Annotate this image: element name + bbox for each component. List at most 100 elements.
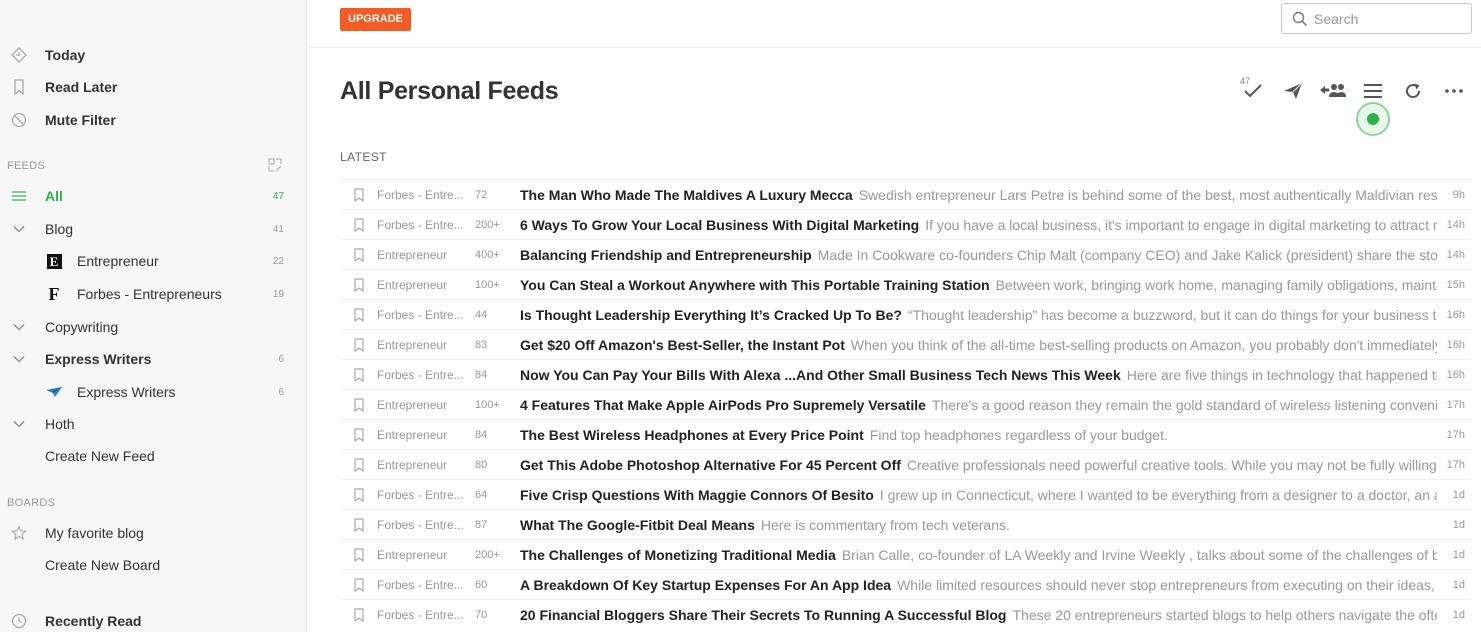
- bookmark-icon[interactable]: [353, 278, 365, 293]
- article-source[interactable]: Entrepreneur: [377, 398, 469, 412]
- nav-all[interactable]: All 47: [0, 181, 307, 211]
- article-text[interactable]: The Challenges of Monetizing Traditional…: [520, 547, 1437, 563]
- article-title[interactable]: Get $20 Off Amazon's Best-Seller, the In…: [520, 337, 845, 353]
- article-text[interactable]: 20 Financial Bloggers Share Their Secret…: [520, 607, 1437, 623]
- create-new-board-link[interactable]: Create New Board: [0, 550, 307, 580]
- chevron-down-icon[interactable]: [10, 415, 28, 433]
- bookmark-icon[interactable]: [353, 188, 365, 203]
- bookmark-icon[interactable]: [353, 248, 365, 263]
- nav-express-writers-feed[interactable]: Express Writers 6: [0, 377, 307, 407]
- nav-recently-read[interactable]: Recently Read: [0, 606, 307, 632]
- article-source[interactable]: Forbes - Entre...: [377, 188, 469, 202]
- chevron-down-icon[interactable]: [10, 220, 28, 238]
- article-title[interactable]: The Best Wireless Headphones at Every Pr…: [520, 427, 864, 443]
- layout-button[interactable]: [1360, 79, 1386, 103]
- article-source[interactable]: Forbes - Entre...: [377, 308, 469, 322]
- bookmark-icon[interactable]: [353, 218, 365, 233]
- article-text[interactable]: 6 Ways To Grow Your Local Business With …: [520, 217, 1437, 233]
- article-title[interactable]: Five Crisp Questions With Maggie Connors…: [520, 487, 874, 503]
- nav-my-favorite-blog[interactable]: My favorite blog: [0, 518, 307, 548]
- bookmark-icon[interactable]: [353, 338, 365, 353]
- article-row[interactable]: Forbes - Entre... 87 What The Google-Fitbi…: [340, 509, 1471, 539]
- article-text[interactable]: What The Google-Fitbit Deal Means Here is…: [520, 517, 1437, 533]
- article-title[interactable]: The Challenges of Monetizing Traditional…: [520, 547, 836, 563]
- nav-hoth[interactable]: Hoth: [0, 409, 307, 439]
- article-text[interactable]: Get This Adobe Photoshop Alternative For…: [520, 457, 1437, 473]
- article-source[interactable]: Entrepreneur: [377, 278, 469, 292]
- nav-read-later[interactable]: Read Later: [0, 72, 307, 102]
- article-title[interactable]: 6 Ways To Grow Your Local Business With …: [520, 217, 919, 233]
- bookmark-icon[interactable]: [353, 488, 365, 503]
- article-title[interactable]: 4 Features That Make Apple AirPods Pro S…: [520, 397, 926, 413]
- article-row[interactable]: Forbes - Entre... 60 A Breakdown Of Key St…: [340, 569, 1471, 599]
- bookmark-icon[interactable]: [353, 518, 365, 533]
- bookmark-icon[interactable]: [353, 608, 365, 623]
- bookmark-icon[interactable]: [353, 368, 365, 383]
- article-source[interactable]: Entrepreneur: [377, 548, 469, 562]
- article-source[interactable]: Forbes - Entre...: [377, 608, 469, 622]
- nav-express-writers[interactable]: Express Writers 6: [0, 344, 307, 374]
- nav-mute-filter[interactable]: Mute Filter: [0, 105, 307, 135]
- article-title[interactable]: Now You Can Pay Your Bills With Alexa ..…: [520, 367, 1121, 383]
- search-box[interactable]: [1281, 3, 1472, 34]
- article-text[interactable]: You Can Steal a Workout Anywhere with Th…: [520, 277, 1437, 293]
- article-source[interactable]: Entrepreneur: [377, 248, 469, 262]
- article-row[interactable]: Forbes - Entre... 44 Is Thought Leadership…: [340, 299, 1471, 329]
- article-row[interactable]: Entrepreneur 200+ The Challenges of Moneti…: [340, 539, 1471, 569]
- nav-forbes[interactable]: F Forbes - Entrepreneurs 19: [0, 279, 307, 309]
- article-title[interactable]: You Can Steal a Workout Anywhere with Th…: [520, 277, 990, 293]
- bookmark-icon[interactable]: [353, 548, 365, 563]
- create-new-feed-link[interactable]: Create New Feed: [0, 441, 307, 471]
- bookmark-icon[interactable]: [353, 308, 365, 323]
- article-text[interactable]: The Man Who Made The Maldives A Luxury M…: [520, 187, 1437, 203]
- team-share-button[interactable]: [1318, 79, 1348, 103]
- article-title[interactable]: A Breakdown Of Key Startup Expenses For …: [520, 577, 891, 593]
- article-source[interactable]: Forbes - Entre...: [377, 488, 469, 502]
- nav-entrepreneur[interactable]: E Entrepreneur 22: [0, 246, 307, 276]
- bookmark-icon[interactable]: [353, 458, 365, 473]
- article-row[interactable]: Forbes - Entre... 70 20 Financial Bloggers…: [340, 599, 1471, 629]
- mark-as-read-button[interactable]: [1240, 79, 1266, 103]
- article-title[interactable]: 20 Financial Bloggers Share Their Secret…: [520, 607, 1006, 623]
- article-row[interactable]: Entrepreneur 80 Get This Adobe Photoshop A…: [340, 449, 1471, 479]
- article-source[interactable]: Forbes - Entre...: [377, 518, 469, 532]
- nav-today[interactable]: Today: [0, 40, 307, 70]
- article-source[interactable]: Forbes - Entre...: [377, 578, 469, 592]
- article-row[interactable]: Entrepreneur 83 Get $20 Off Amazon's Best-…: [340, 329, 1471, 359]
- article-text[interactable]: Five Crisp Questions With Maggie Connors…: [520, 487, 1437, 503]
- refresh-button[interactable]: [1400, 79, 1426, 103]
- nav-blog[interactable]: Blog 41: [0, 214, 307, 244]
- article-text[interactable]: A Breakdown Of Key Startup Expenses For …: [520, 577, 1437, 593]
- chevron-down-icon[interactable]: [10, 350, 28, 368]
- article-row[interactable]: Forbes - Entre... 64 Five Crisp Questions …: [340, 479, 1471, 509]
- article-row[interactable]: Forbes - Entre... 84 Now You Can Pay Your …: [340, 359, 1471, 389]
- article-row[interactable]: Entrepreneur 100+ You Can Steal a Workout …: [340, 269, 1471, 299]
- article-text[interactable]: The Best Wireless Headphones at Every Pr…: [520, 427, 1437, 443]
- article-text[interactable]: Balancing Friendship and Entrepreneurshi…: [520, 247, 1437, 263]
- article-row[interactable]: Forbes - Entre... 72 The Man Who Made The …: [340, 179, 1471, 209]
- article-row[interactable]: Forbes - Entre... 200+ 6 Ways To Grow Your…: [340, 209, 1471, 239]
- article-source[interactable]: Forbes - Entre...: [377, 368, 469, 382]
- article-text[interactable]: Is Thought Leadership Everything It’s Cr…: [520, 307, 1437, 323]
- bookmark-icon[interactable]: [353, 398, 365, 413]
- article-title[interactable]: The Man Who Made The Maldives A Luxury M…: [520, 187, 853, 203]
- chevron-down-icon[interactable]: [10, 318, 28, 336]
- share-button[interactable]: [1280, 79, 1306, 103]
- article-title[interactable]: Is Thought Leadership Everything It’s Cr…: [520, 307, 902, 323]
- search-input[interactable]: [1314, 10, 1464, 27]
- edit-feeds-icon[interactable]: [268, 158, 282, 175]
- article-row[interactable]: Entrepreneur 400+ Balancing Friendship and…: [340, 239, 1471, 269]
- article-row[interactable]: Entrepreneur 84 The Best Wireless Headphon…: [340, 419, 1471, 449]
- bookmark-icon[interactable]: [353, 578, 365, 593]
- bookmark-icon[interactable]: [353, 428, 365, 443]
- article-text[interactable]: Get $20 Off Amazon's Best-Seller, the In…: [520, 337, 1437, 353]
- article-source[interactable]: Forbes - Entre...: [377, 218, 469, 232]
- article-source[interactable]: Entrepreneur: [377, 338, 469, 352]
- article-source[interactable]: Entrepreneur: [377, 428, 469, 442]
- article-row[interactable]: Entrepreneur 100+ 4 Features That Make App…: [340, 389, 1471, 419]
- more-options-button[interactable]: [1441, 79, 1467, 103]
- article-text[interactable]: Now You Can Pay Your Bills With Alexa ..…: [520, 367, 1437, 383]
- nav-copywriting[interactable]: Copywriting: [0, 312, 307, 342]
- article-title[interactable]: Get This Adobe Photoshop Alternative For…: [520, 457, 901, 473]
- article-source[interactable]: Entrepreneur: [377, 458, 469, 472]
